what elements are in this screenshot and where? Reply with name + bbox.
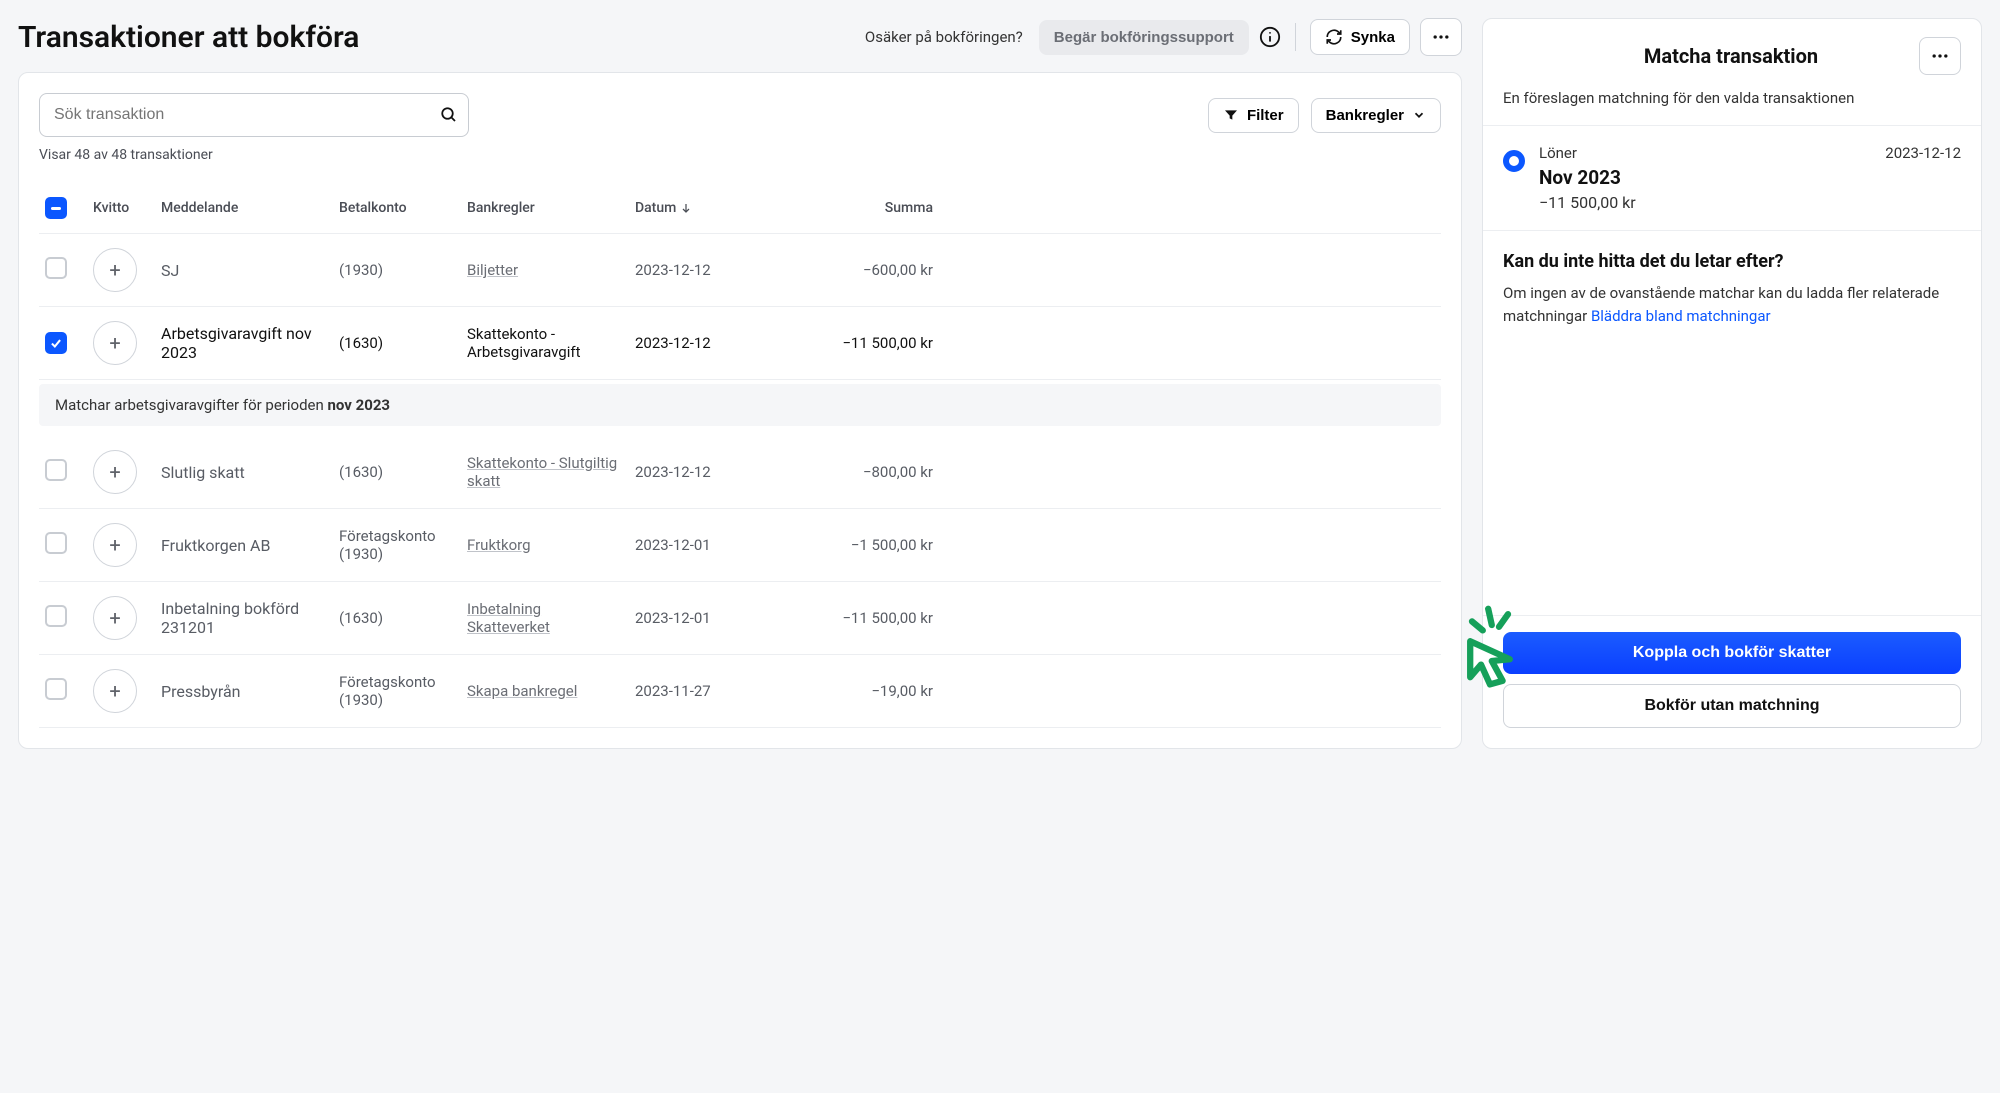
row-date: 2023-12-01 — [635, 609, 775, 627]
col-bankregler: Bankregler — [467, 200, 627, 216]
row-account: (1630) — [339, 609, 459, 627]
help-prompt-text: Osäker på bokföringen? — [865, 28, 1023, 46]
table-row[interactable]: + Slutlig skatt (1630) Skattekonto - Slutgi… — [39, 436, 1441, 509]
row-sum: −19,00 kr — [783, 682, 933, 700]
add-receipt-button[interactable]: + — [93, 596, 137, 640]
row-sum: −11 500,00 kr — [783, 609, 933, 627]
col-summa: Summa — [783, 200, 933, 216]
col-datum[interactable]: Datum — [635, 200, 775, 216]
row-bankrule[interactable]: Skapa bankregel — [467, 682, 627, 700]
row-checkbox[interactable] — [45, 459, 67, 481]
match-date: 2023-12-12 — [1885, 144, 1961, 162]
more-options-button[interactable] — [1420, 18, 1462, 56]
filter-label: Filter — [1247, 107, 1284, 124]
row-account: Företagskonto (1930) — [339, 673, 459, 709]
row-sum: −1 500,00 kr — [783, 536, 933, 554]
add-receipt-button[interactable]: + — [93, 450, 137, 494]
request-support-button[interactable]: Begär bokföringssupport — [1039, 20, 1249, 55]
col-meddelande: Meddelande — [161, 200, 331, 216]
browse-matches-link[interactable]: Bläddra bland matchningar — [1591, 307, 1771, 325]
add-receipt-button[interactable]: + — [93, 248, 137, 292]
help-text: Om ingen av de ovanstående matchar kan d… — [1503, 282, 1961, 327]
row-bankrule[interactable]: Fruktkorg — [467, 536, 627, 554]
row-date: 2023-12-12 — [635, 261, 775, 279]
table-row[interactable]: + Inbetalning bokförd 231201 (1630) Inbetal… — [39, 582, 1441, 655]
bankrules-label: Bankregler — [1326, 107, 1404, 124]
match-amount: −11 500,00 kr — [1539, 193, 1961, 212]
search-input[interactable] — [50, 98, 440, 132]
sort-desc-icon — [680, 202, 692, 214]
row-date: 2023-12-12 — [635, 463, 775, 481]
sync-button[interactable]: Synka — [1310, 19, 1410, 55]
row-date: 2023-11-27 — [635, 682, 775, 700]
match-title: Nov 2023 — [1539, 166, 1961, 189]
row-sum: −800,00 kr — [783, 463, 933, 481]
match-radio-selected[interactable] — [1503, 150, 1525, 172]
search-icon — [440, 106, 458, 124]
match-option[interactable]: Löner 2023-12-12 Nov 2023 −11 500,00 kr — [1483, 125, 1981, 231]
match-info-bar: Matchar arbetsgivaravgifter för perioden… — [39, 384, 1441, 426]
link-and-book-button[interactable]: Koppla och bokför skatter — [1503, 632, 1961, 674]
row-sum: −600,00 kr — [783, 261, 933, 279]
row-bankrule[interactable]: Biljetter — [467, 261, 627, 279]
match-panel-subtitle: En föreslagen matchning för den valda tr… — [1483, 83, 1981, 125]
row-date: 2023-12-12 — [635, 334, 775, 352]
search-input-wrap[interactable] — [39, 93, 469, 137]
row-checkbox[interactable] — [45, 332, 67, 354]
row-account: (1630) — [339, 463, 459, 481]
row-bankrule[interactable]: Skattekonto - Slutgiltig skatt — [467, 454, 627, 490]
table-row[interactable]: + Arbetsgivaravgift nov 2023 (1630) Skattek… — [39, 307, 1441, 380]
chevron-down-icon — [1412, 108, 1426, 122]
add-receipt-button[interactable]: + — [93, 523, 137, 567]
add-receipt-button[interactable]: + — [93, 669, 137, 713]
add-receipt-button[interactable]: + — [93, 321, 137, 365]
page-title: Transaktioner att bokföra — [18, 20, 359, 55]
match-panel-title: Matcha transaktion — [1543, 44, 1919, 68]
row-date: 2023-12-01 — [635, 536, 775, 554]
sync-label: Synka — [1351, 29, 1395, 46]
row-checkbox[interactable] — [45, 605, 67, 627]
row-message: Arbetsgivaravgift nov 2023 — [161, 324, 331, 362]
row-checkbox[interactable] — [45, 678, 67, 700]
row-message: Inbetalning bokförd 231201 — [161, 599, 331, 637]
match-label: Löner — [1539, 144, 1577, 162]
filter-button[interactable]: Filter — [1208, 98, 1299, 133]
filter-icon — [1223, 107, 1239, 123]
table-row[interactable]: + Pressbyrån Företagskonto (1930) Skapa ban… — [39, 655, 1441, 728]
select-all-checkbox[interactable] — [45, 197, 67, 219]
row-message: Pressbyrån — [161, 682, 331, 701]
row-sum: −11 500,00 kr — [783, 334, 933, 352]
match-panel-more-button[interactable] — [1919, 37, 1961, 75]
row-bankrule: Skattekonto - Arbetsgivaravgift — [467, 325, 627, 361]
table-row[interactable]: + SJ (1930) Biljetter 2023-12-12 −600,00 kr — [39, 234, 1441, 307]
bankrules-button[interactable]: Bankregler — [1311, 98, 1441, 133]
col-betalkonto: Betalkonto — [339, 200, 459, 216]
row-account: Företagskonto (1930) — [339, 527, 459, 563]
help-title: Kan du inte hitta det du letar efter? — [1503, 251, 1961, 272]
row-account: (1630) — [339, 334, 459, 352]
info-icon[interactable] — [1259, 26, 1281, 48]
row-bankrule[interactable]: Inbetalning Skatteverket — [467, 600, 627, 636]
row-account: (1930) — [339, 261, 459, 279]
refresh-icon — [1325, 28, 1343, 46]
col-kvitto: Kvitto — [93, 200, 153, 216]
table-row[interactable]: + Fruktkorgen AB Företagskonto (1930) Frukt… — [39, 509, 1441, 582]
row-message: SJ — [161, 261, 331, 280]
showing-count: Visar 48 av 48 transaktioner — [39, 147, 1441, 163]
row-checkbox[interactable] — [45, 257, 67, 279]
row-message: Fruktkorgen AB — [161, 536, 331, 555]
book-without-match-button[interactable]: Bokför utan matchning — [1503, 684, 1961, 728]
row-message: Slutlig skatt — [161, 463, 331, 482]
row-checkbox[interactable] — [45, 532, 67, 554]
